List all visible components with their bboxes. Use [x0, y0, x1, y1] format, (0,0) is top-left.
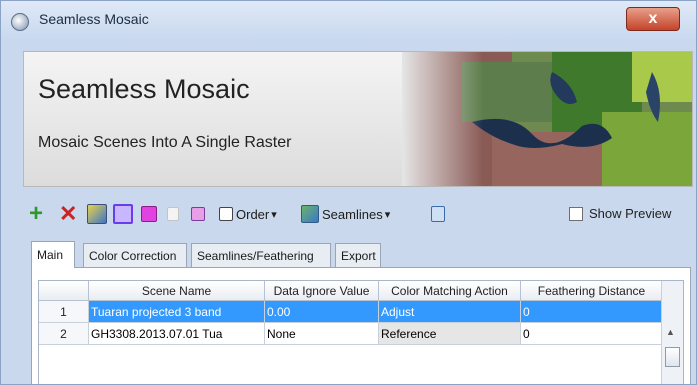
feathering-distance-cell[interactable]: 0 [521, 323, 663, 345]
highlight-icon[interactable] [141, 201, 157, 227]
scroll-up-icon[interactable]: ▲ [666, 327, 675, 337]
app-icon [11, 13, 29, 31]
feathering-distance-cell[interactable]: 0 [521, 301, 663, 323]
seamlines-icon [301, 205, 319, 223]
column-header-data-ignore-value[interactable]: Data Ignore Value [265, 281, 379, 301]
title-bar: Seamless Mosaic x [1, 1, 696, 41]
add-icon[interactable]: + [29, 200, 47, 227]
scene-grid: Scene Name Data Ignore Value Color Match… [38, 280, 684, 384]
color-matching-action-cell[interactable]: Adjust [379, 301, 521, 323]
chevron-down-icon: ▾ [384, 208, 391, 221]
vertical-scrollbar[interactable]: ▲ [661, 281, 683, 384]
row-number[interactable]: 1 [39, 301, 89, 323]
scene-name-cell[interactable]: Tuaran projected 3 band [89, 301, 265, 323]
data-ignore-value-cell[interactable]: 0.00 [265, 301, 379, 323]
window-title: Seamless Mosaic [39, 11, 149, 27]
close-button[interactable]: x [626, 7, 680, 31]
banner-title: Seamless Mosaic [38, 74, 250, 104]
seamlines-dropdown[interactable]: Seamlines ▾ [301, 201, 390, 227]
footprint-icon[interactable] [113, 201, 133, 227]
order-label: Order [236, 206, 270, 222]
show-preview-label: Show Preview [589, 206, 672, 221]
remove-icon[interactable]: ✕ [59, 201, 77, 227]
raster-icon[interactable] [87, 201, 107, 227]
grid-corner-header [39, 281, 89, 301]
header-banner: Seamless Mosaic Mosaic Scenes Into A Sin… [23, 51, 693, 187]
duplicate-icon[interactable] [191, 201, 205, 227]
column-header-scene-name[interactable]: Scene Name [89, 281, 265, 301]
order-dropdown[interactable]: Order ▾ [219, 201, 277, 227]
chevron-down-icon: ▾ [271, 208, 277, 221]
grid-icon[interactable] [431, 201, 445, 227]
scroll-thumb[interactable] [665, 347, 680, 367]
data-ignore-value-cell[interactable]: None [265, 323, 379, 345]
column-header-color-matching-action[interactable]: Color Matching Action [379, 281, 521, 301]
main-panel: Scene Name Data Ignore Value Color Match… [31, 267, 691, 384]
scene-name-cell[interactable]: GH3308.2013.07.01 Tua [89, 323, 265, 345]
show-preview-checkbox[interactable] [569, 206, 583, 221]
show-preview-toggle[interactable]: Show Preview [569, 206, 671, 221]
copy-icon[interactable] [167, 201, 179, 227]
order-icon [219, 207, 233, 221]
tab-seamlines-feathering[interactable]: Seamlines/Feathering [191, 243, 331, 267]
satellite-image [402, 52, 692, 186]
seamlines-label: Seamlines [322, 206, 383, 222]
color-matching-action-cell[interactable]: Reference [379, 323, 521, 345]
row-number[interactable]: 2 [39, 323, 89, 345]
toolbar: + ✕ Order ▾ Seamlines ▾ Show Preview [29, 200, 689, 227]
column-header-feathering-distance[interactable]: Feathering Distance [521, 281, 663, 301]
banner-subtitle: Mosaic Scenes Into A Single Raster [38, 134, 292, 151]
seamless-mosaic-window: Seamless Mosaic x Seamless Mosaic Mosaic… [0, 0, 697, 385]
tab-main[interactable]: Main [31, 241, 75, 268]
tab-export[interactable]: Export [335, 243, 381, 267]
tab-color-correction[interactable]: Color Correction [83, 243, 187, 267]
